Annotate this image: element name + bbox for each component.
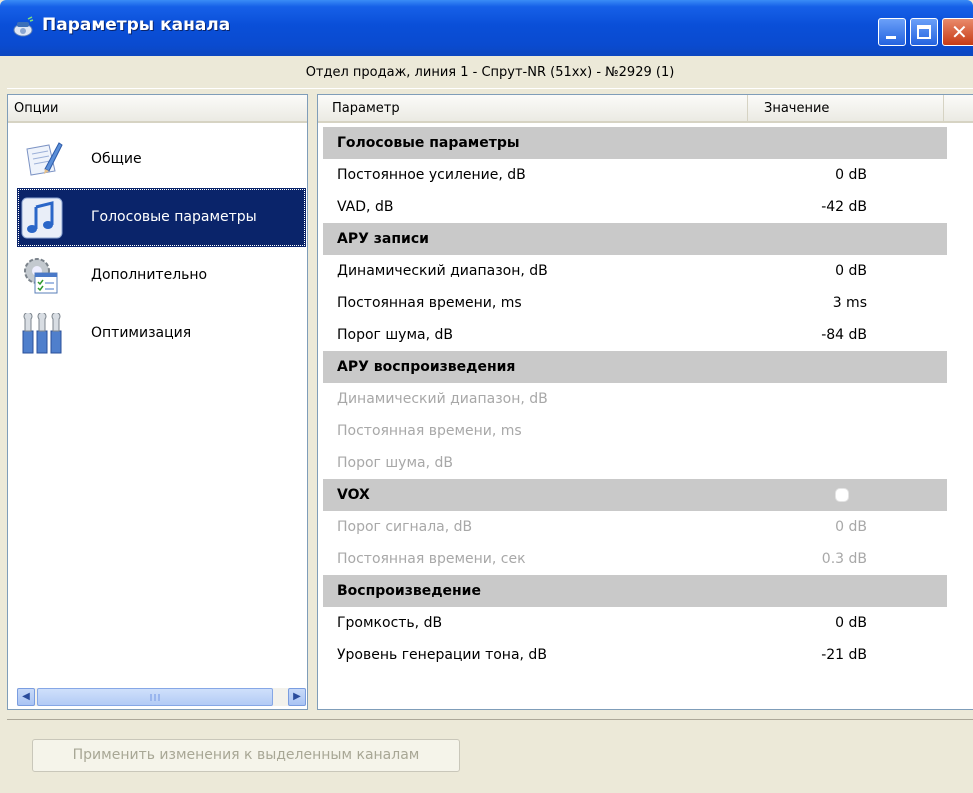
group-agc-playback[interactable]: АРУ воспроизведения [323,351,947,383]
bottom-bar: Применить изменения к выделенным каналам [7,719,973,793]
group-title: VOX [337,487,370,503]
channel-info: Отдел продаж, линия 1 - Спрут-NR (51xx) … [7,57,973,89]
param-row: Динамический диапазон, dB [323,383,947,415]
maximize-button[interactable] [910,18,938,46]
group-playback[interactable]: Воспроизведение [323,575,947,607]
group-title: АРУ записи [337,231,429,247]
minimize-button[interactable] [878,18,906,46]
param-row[interactable]: Постоянная времени, ms 3 ms [323,287,947,319]
group-title: Голосовые параметры [337,135,520,151]
param-row: Порог шума, dB [323,447,947,479]
group-vox[interactable]: VOX [323,479,947,511]
param-name: Динамический диапазон, dB [337,263,548,279]
nav-item-optimization[interactable]: Оптимизация [17,304,306,363]
param-row: Постоянная времени, сек 0.3 dB [323,543,947,575]
param-name: Уровень генерации тона, dB [337,647,547,663]
param-row[interactable]: Динамический диапазон, dB 0 dB [323,255,947,287]
scroll-left-button[interactable]: ◀ [17,688,35,706]
options-header[interactable]: Опции [8,95,307,123]
param-name: Постоянное усиление, dB [337,167,526,183]
param-name: Постоянная времени, ms [337,423,522,439]
nav-item-voice-params[interactable]: Голосовые параметры [17,188,306,247]
notepad-pen-icon [26,142,63,176]
tools-icon [22,313,62,354]
close-icon: ✕ [951,20,968,44]
phone-app-icon [13,16,34,37]
nav-item-advanced[interactable]: Дополнительно [17,246,306,305]
title-bar[interactable]: Параметры канала ✕ [0,0,973,56]
param-name: Постоянная времени, ms [337,295,522,311]
group-agc-record[interactable]: АРУ записи [323,223,947,255]
scroll-thumb[interactable] [37,688,273,706]
param-value[interactable]: -42 dB [753,191,867,223]
group-voice-params[interactable]: Голосовые параметры [323,127,947,159]
nav-item-label: Дополнительно [91,267,208,283]
param-row: Порог сигнала, dB 0 dB [323,511,947,543]
param-row[interactable]: Уровень генерации тона, dB -21 dB [323,639,947,671]
column-header-param[interactable]: Параметр [318,95,748,123]
gear-checklist-icon [24,258,58,294]
column-header-filler [944,95,973,123]
column-header-value[interactable]: Значение [748,95,944,123]
param-name: Порог шума, dB [337,455,453,471]
close-button[interactable]: ✕ [942,18,973,46]
window-title: Параметры канала [42,15,231,35]
maximize-icon [917,25,931,39]
param-row[interactable]: Громкость, dB 0 dB [323,607,947,639]
param-value[interactable]: 0 dB [753,255,867,287]
vox-checkbox[interactable] [835,488,849,502]
horizontal-scrollbar[interactable]: ◀ ▶ [17,688,306,706]
param-value[interactable]: 0 dB [753,159,867,191]
nav-item-label: Оптимизация [91,325,192,341]
group-title: Воспроизведение [337,583,481,599]
param-row[interactable]: Порог шума, dB -84 dB [323,319,947,351]
param-name: Порог шума, dB [337,327,453,343]
param-value[interactable]: -84 dB [753,319,867,351]
music-note-icon [21,197,63,239]
param-row[interactable]: Постоянное усиление, dB 0 dB [323,159,947,191]
group-title: АРУ воспроизведения [337,359,516,375]
scroll-right-button[interactable]: ▶ [288,688,306,706]
param-name: Громкость, dB [337,615,443,631]
param-value[interactable]: 0 dB [753,607,867,639]
nav-item-label: Голосовые параметры [91,209,257,225]
nav-item-general[interactable]: Общие [17,130,306,189]
param-name: Динамический диапазон, dB [337,391,548,407]
param-name: VAD, dB [337,199,394,215]
param-row: Постоянная времени, ms [323,415,947,447]
options-panel: Опции Общие Голосовые параметры Дополнит… [7,94,308,710]
param-name: Постоянная времени, сек [337,551,526,567]
nav-item-label: Общие [91,151,142,167]
param-value[interactable]: 3 ms [753,287,867,319]
params-table: Параметр Значение Голосовые параметры По… [317,94,973,710]
param-name: Порог сигнала, dB [337,519,473,535]
param-value: 0 dB [835,519,867,535]
param-value[interactable]: -21 dB [753,639,867,671]
apply-changes-button[interactable]: Применить изменения к выделенным каналам [32,739,460,772]
param-value: 0.3 dB [821,551,867,567]
grip-icon [150,694,162,701]
param-row[interactable]: VAD, dB -42 dB [323,191,947,223]
minimize-icon [886,36,896,39]
